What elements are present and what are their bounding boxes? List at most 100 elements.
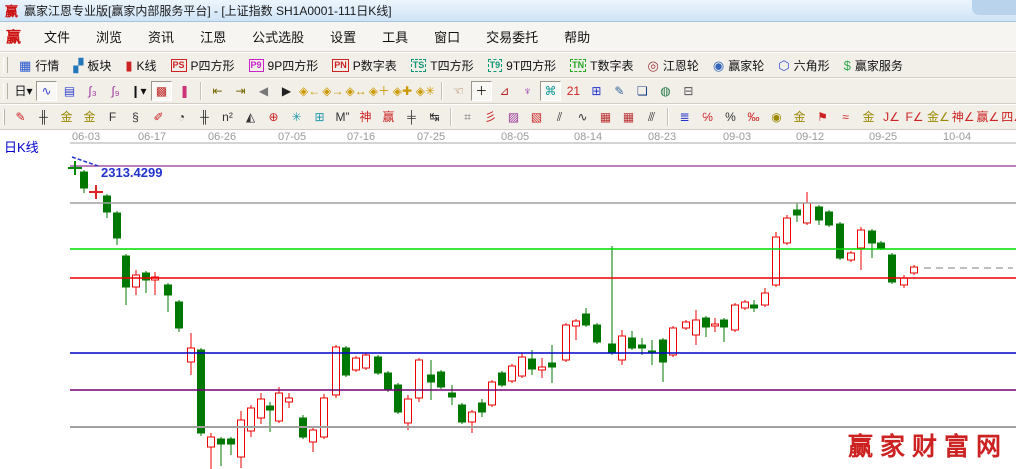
flag-tool-icon[interactable]: ⚑ — [812, 107, 833, 127]
compress-icon[interactable]: ◈＋ — [369, 81, 390, 101]
fit-all-icon[interactable]: ◈✳ — [415, 81, 436, 101]
j-angle-icon[interactable]: J∠ — [881, 107, 902, 127]
toolbar-grip[interactable] — [3, 109, 5, 125]
winner-service-button[interactable]: $赢家服务 — [837, 56, 910, 75]
n-square-icon[interactable]: n² — [217, 107, 238, 127]
first-bar-icon[interactable]: ⇤ — [207, 81, 228, 101]
p-number-table-button[interactable]: PNP数字表 — [325, 56, 404, 75]
kline-button[interactable]: ▮K线 — [118, 56, 163, 75]
parallel-lines-icon[interactable]: ⫽ — [549, 107, 570, 127]
pan-hand-icon[interactable]: ☜ — [448, 81, 469, 101]
menu-item-file[interactable]: 文件 — [31, 25, 83, 48]
fan-box2-icon[interactable]: ▧ — [526, 107, 547, 127]
hexagon-button[interactable]: ⬡六角形 — [771, 56, 836, 75]
t-square-button[interactable]: TST四方形 — [404, 56, 481, 75]
wave-line-icon[interactable]: ∿ — [572, 107, 593, 127]
m-mark-icon[interactable]: M” — [332, 107, 353, 127]
ruler2-icon[interactable]: ╫ — [194, 107, 215, 127]
next-bar-icon[interactable]: ▶ — [276, 81, 297, 101]
calendar-icon[interactable]: 21 — [563, 81, 584, 101]
t-number-table-button[interactable]: TNT数字表 — [563, 56, 640, 75]
menu-item-trade-entrust[interactable]: 交易委托 — [473, 25, 551, 48]
window-controls-partial[interactable] — [972, 0, 1016, 15]
menu-item-news[interactable]: 资讯 — [135, 25, 187, 48]
shift-right-icon[interactable]: ◈→ — [322, 81, 343, 101]
shen-tool-icon[interactable]: 神 — [355, 107, 376, 127]
gold-angle-icon[interactable]: 金∠ — [927, 107, 950, 127]
gold-ruler1-icon[interactable]: 金 — [56, 107, 77, 127]
9t-square-button[interactable]: T99T四方形 — [481, 56, 564, 75]
data-list-icon[interactable]: ≣ — [674, 107, 695, 127]
circle-cross-icon[interactable]: ⊕ — [263, 107, 284, 127]
notes-icon[interactable]: ✎ — [609, 81, 630, 101]
toolbar-grip[interactable] — [3, 57, 8, 73]
web-grid-icon[interactable]: ⊞ — [309, 107, 330, 127]
gold-ruler2-icon[interactable]: 金 — [79, 107, 100, 127]
f-ruler-icon[interactable]: F — [102, 107, 123, 127]
gold-circle-icon[interactable]: ◉ — [766, 107, 787, 127]
pattern-icon[interactable]: ▩ — [151, 81, 172, 101]
grid-red1-icon[interactable]: ▦ — [595, 107, 616, 127]
shift-left-icon[interactable]: ◈← — [299, 81, 320, 101]
thought-tool-icon[interactable]: ⌘ — [540, 81, 561, 101]
time-cycle-icon[interactable]: ◔ — [171, 107, 192, 127]
menu-item-window[interactable]: 窗口 — [421, 25, 473, 48]
ruler-icon[interactable]: ╫ — [33, 107, 54, 127]
candle-style-selector[interactable]: ❙▾ — [128, 81, 149, 101]
wave3-icon[interactable]: ∫₃ — [82, 81, 103, 101]
calculator-icon[interactable]: ⊞ — [586, 81, 607, 101]
menu-item-help[interactable]: 帮助 — [551, 25, 603, 48]
f-angle-icon[interactable]: F∠ — [904, 107, 925, 127]
save-icon[interactable]: ❏ — [632, 81, 653, 101]
grid-red2-icon[interactable]: ▦ — [618, 107, 639, 127]
web-export-icon[interactable]: ◍ — [655, 81, 676, 101]
menu-item-browse[interactable]: 浏览 — [83, 25, 135, 48]
9p-square-button[interactable]: P99P四方形 — [242, 56, 326, 75]
toolbar-grip[interactable] — [3, 83, 8, 99]
menu-item-gann[interactable]: 江恩 — [187, 25, 239, 48]
spiral-icon[interactable]: § — [125, 107, 146, 127]
grid-frame-icon[interactable]: ⌗ — [457, 107, 478, 127]
ray-fan-icon[interactable]: 彡 — [480, 107, 501, 127]
angle-icon[interactable]: ◭ — [240, 107, 261, 127]
span-arrows-icon[interactable]: ↹ — [424, 107, 445, 127]
prev-bar-icon[interactable]: ◀ — [253, 81, 274, 101]
gold-level-icon[interactable]: 金 — [789, 107, 810, 127]
winner-wheel-button[interactable]: ◉赢家轮 — [706, 56, 771, 75]
permille-line-icon[interactable]: ‰ — [743, 107, 764, 127]
ruler-123-icon[interactable]: ╪ — [401, 107, 422, 127]
expand-h-icon[interactable]: ◈↔ — [345, 81, 366, 101]
percent-line-icon[interactable]: ℅ — [697, 107, 718, 127]
wave9-icon[interactable]: ∫₉ — [105, 81, 126, 101]
tick-chart-icon[interactable]: ∿ — [36, 81, 57, 101]
gann-wheel-button[interactable]: ◎江恩轮 — [641, 56, 706, 75]
last-bar-icon[interactable]: ⇥ — [230, 81, 251, 101]
pencil-icon[interactable]: ✎ — [10, 107, 31, 127]
gann-wheel-icon: ◎ — [648, 59, 659, 72]
wave-level-icon[interactable]: ≈ — [835, 107, 856, 127]
quote-sheet-icon[interactable]: ▤ — [59, 81, 80, 101]
net-tool-icon[interactable]: ♆ — [517, 81, 538, 101]
expand-all-icon[interactable]: ◈✚ — [392, 81, 413, 101]
quotes-button[interactable]: ▦行情 — [12, 56, 66, 75]
gold-line-icon[interactable]: 金 — [858, 107, 879, 127]
histogram-icon[interactable]: ❚ — [174, 81, 195, 101]
menu-item-formula-stock-pick[interactable]: 公式选股 — [239, 25, 317, 48]
fan-box1-icon[interactable]: ▨ — [503, 107, 524, 127]
menu-item-settings[interactable]: 设置 — [317, 25, 369, 48]
crosshair-icon[interactable]: ＋ — [471, 81, 492, 101]
period-selector[interactable]: 日▾ — [13, 81, 34, 101]
percent-icon[interactable]: % — [720, 107, 741, 127]
p-square-button[interactable]: PSP四方形 — [164, 56, 242, 75]
sectors-button[interactable]: ▞板块 — [66, 56, 118, 75]
ying-angle-icon[interactable]: 赢∠ — [977, 107, 1000, 127]
menu-item-tools[interactable]: 工具 — [369, 25, 421, 48]
star-web-icon[interactable]: ✳ — [286, 107, 307, 127]
print-icon[interactable]: ⊟ — [678, 81, 699, 101]
triple-lines-icon[interactable]: ⫻ — [641, 107, 662, 127]
shen-angle-icon[interactable]: 神∠ — [952, 107, 975, 127]
brush-icon[interactable]: ✐ — [148, 107, 169, 127]
angle-measure-icon[interactable]: ⊿ — [494, 81, 515, 101]
ying-tool-icon[interactable]: 赢 — [378, 107, 399, 127]
si-angle-icon[interactable]: 四∠ — [1001, 107, 1016, 127]
